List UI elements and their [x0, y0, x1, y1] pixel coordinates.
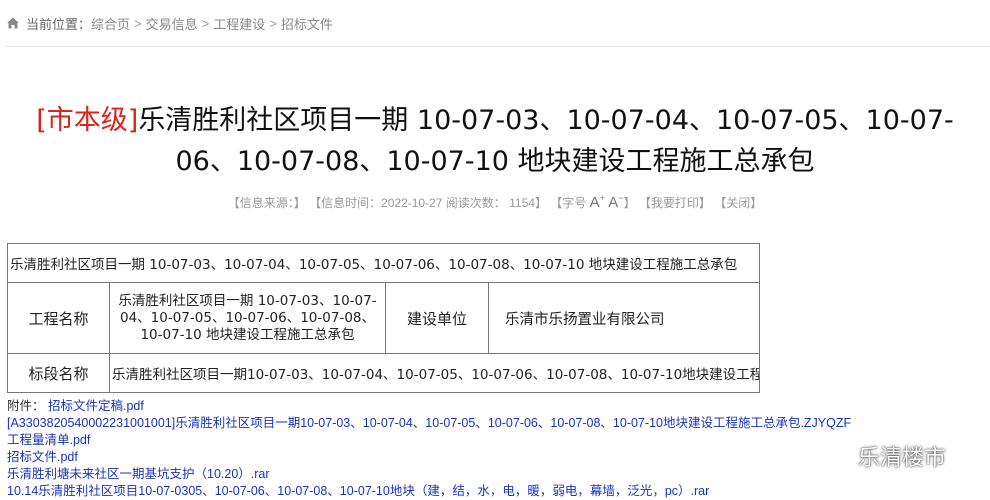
meta-views: 1154 [509, 196, 535, 210]
attachment-link[interactable]: [A3303820540002231001001]乐清胜利社区项目一期10-07… [7, 416, 851, 430]
section-name-label: 标段名称 [7, 353, 110, 393]
print-button[interactable]: 【我要打印】 [639, 196, 711, 210]
meta-time: 【信息时间：2022-10-27 阅读次数： [309, 196, 506, 210]
breadcrumb-prefix: 当前位置： [26, 16, 92, 32]
font-decrease-button[interactable]: A− [608, 193, 623, 211]
breadcrumb: 当前位置： 综合页 > 交易信息 > 工程建设 > 招标文件 [6, 0, 990, 47]
builder-value: 乐清市乐扬置业有限公司 [488, 282, 760, 354]
builder-label: 建设单位 [385, 282, 489, 354]
font-increase-glyph: A [589, 194, 600, 211]
watermark-text: 乐清楼市 [858, 446, 947, 471]
table-row: 标段名称 乐清胜利社区项目一期10-07-03、10-07-04、10-07-0… [7, 353, 760, 393]
meta-source: 【信息来源：】 [227, 196, 306, 210]
title-tag: [市本级] [36, 105, 139, 136]
breadcrumb-item-tender-docs[interactable]: 招标文件 [281, 14, 333, 33]
breadcrumb-separator: > [134, 15, 142, 31]
meta-font-label: 【字号 [550, 196, 587, 210]
breadcrumb-item-home[interactable]: 综合页 [91, 14, 130, 33]
project-info-table: 乐清胜利社区项目一期 10-07-03、10-07-04、10-07-05、10… [7, 243, 760, 393]
home-icon [7, 17, 19, 29]
attachment-link[interactable]: 招标文件.pdf [7, 450, 78, 464]
breadcrumb-item-engineering[interactable]: 工程建设 [213, 14, 265, 33]
watermark: 乐清楼市 [820, 440, 946, 472]
font-decrease-glyph: A [608, 194, 619, 211]
attachment-link[interactable]: 乐清胜利塘未来社区一期基坑支护（10.20）.rar [7, 467, 270, 481]
table-row: 工程名称 乐清胜利社区项目一期 10-07-03、10-07-04、10-07-… [7, 282, 760, 354]
plus-icon: + [599, 193, 605, 203]
project-name-label: 工程名称 [7, 282, 110, 354]
breadcrumb-item-trade-info[interactable]: 交易信息 [146, 14, 198, 33]
meta-time-close: 】 [534, 196, 547, 210]
breadcrumb-separator: > [201, 15, 210, 31]
article-meta: 【信息来源：】 【信息时间：2022-10-27 阅读次数： 1154】 【字号… [0, 193, 990, 211]
attachment-link[interactable]: 招标文件定稿.pdf [48, 399, 144, 413]
project-name-value: 乐清胜利社区项目一期 10-07-03、10-07-04、10-07-05、10… [109, 282, 386, 354]
section-name-value: 乐清胜利社区项目一期10-07-03、10-07-04、10-07-05、10-… [109, 353, 760, 393]
title-text: 乐清胜利社区项目一期 10-07-03、10-07-04、10-07-05、10… [138, 105, 954, 177]
table-row: 乐清胜利社区项目一期 10-07-03、10-07-04、10-07-05、10… [7, 243, 760, 283]
page-title: [市本级]乐清胜利社区项目一期 10-07-03、10-07-04、10-07-… [20, 100, 970, 182]
attachment-link[interactable]: 工程量清单.pdf [7, 433, 90, 447]
meta-font-close: 】 [623, 196, 636, 210]
attachments-label: 附件： [7, 399, 45, 413]
attachment-link[interactable]: 10.14乐清胜利社区项目10-07-0305、10-07-06、10-07-0… [7, 484, 709, 498]
font-increase-button[interactable]: A+ [589, 193, 605, 211]
table-header-cell: 乐清胜利社区项目一期 10-07-03、10-07-04、10-07-05、10… [7, 243, 760, 283]
close-button[interactable]: 【关闭】 [714, 196, 762, 210]
wechat-icon [820, 443, 849, 467]
breadcrumb-separator: > [269, 15, 277, 31]
